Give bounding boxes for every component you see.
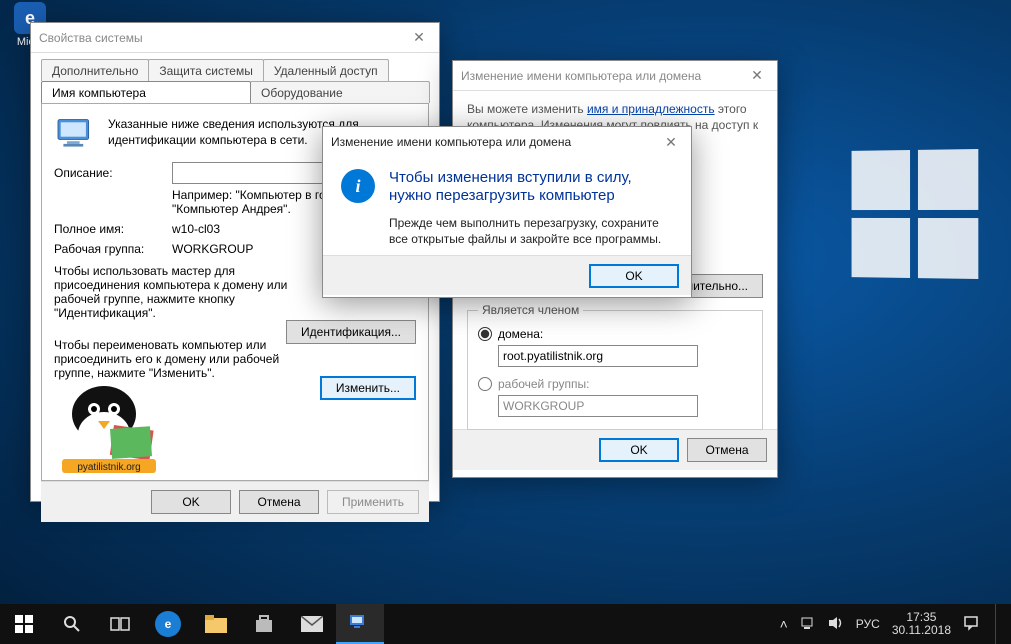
show-desktop-button[interactable] — [995, 604, 1001, 644]
apply-button: Применить — [327, 490, 419, 514]
site-logo: pyatilistnik.org — [54, 379, 164, 474]
tab-remote[interactable]: Удаленный доступ — [263, 59, 389, 81]
workgroup-input — [498, 395, 698, 417]
label-fullname: Полное имя: — [54, 222, 164, 236]
label-workgroup: рабочей группы: — [498, 377, 589, 391]
volume-icon[interactable] — [828, 616, 844, 633]
dialog-restart-required: Изменение имени компьютера или домена ✕ … — [322, 126, 692, 298]
taskbar-app-mail[interactable] — [288, 604, 336, 644]
taskbar-app-edge[interactable]: e — [144, 604, 192, 644]
label-domain: домена: — [498, 327, 543, 341]
titlebar[interactable]: Изменение имени компьютера или домена ✕ — [453, 61, 777, 91]
action-center-icon[interactable] — [963, 615, 979, 634]
cancel-button[interactable]: Отмена — [239, 490, 319, 514]
taskbar: e ˄ РУС 17:35 30.11.2018 — [0, 604, 1011, 644]
tab-hardware[interactable]: Оборудование — [250, 81, 430, 103]
network-icon[interactable] — [800, 616, 816, 633]
tabs: Дополнительно Защита системы Удаленный д… — [41, 59, 429, 103]
task-view-icon[interactable] — [96, 604, 144, 644]
wizard-text: Чтобы использовать мастер для присоедине… — [54, 264, 294, 320]
clock[interactable]: 17:35 30.11.2018 — [892, 611, 951, 637]
group-legend: Является членом — [478, 303, 583, 317]
titlebar[interactable]: Изменение имени компьютера или домена ✕ — [323, 127, 691, 157]
taskbar-app-system-properties[interactable] — [336, 604, 384, 644]
close-icon[interactable]: ✕ — [651, 127, 691, 157]
system-tray: ˄ РУС 17:35 30.11.2018 — [770, 604, 1011, 644]
domain-input[interactable] — [498, 345, 698, 367]
titlebar[interactable]: Свойства системы ✕ — [31, 23, 439, 53]
chevron-up-icon[interactable]: ˄ — [780, 616, 788, 632]
start-button[interactable] — [0, 604, 48, 644]
clock-date: 30.11.2018 — [892, 624, 951, 637]
ok-button[interactable]: OK — [151, 490, 231, 514]
computer-icon — [54, 116, 98, 152]
window-title: Свойства системы — [39, 31, 143, 45]
search-icon[interactable] — [48, 604, 96, 644]
tab-protection[interactable]: Защита системы — [148, 59, 263, 81]
label-workgroup: Рабочая группа: — [54, 242, 164, 256]
value-fullname: w10-cl03 — [172, 222, 220, 236]
taskbar-app-store[interactable] — [240, 604, 288, 644]
value-workgroup: WORKGROUP — [172, 242, 253, 256]
change-button[interactable]: Изменить... — [320, 376, 416, 400]
membership-group: Является членом домена: рабочей группы: — [467, 310, 763, 430]
message-sub: Прежде чем выполнить перезагрузку, сохра… — [389, 215, 673, 247]
tab-computer-name[interactable]: Имя компьютера — [41, 81, 251, 103]
window-title: Изменение имени компьютера или домена — [461, 69, 701, 83]
identify-button[interactable]: Идентификация... — [286, 320, 416, 344]
window-title: Изменение имени компьютера или домена — [331, 135, 571, 149]
radio-domain[interactable] — [478, 327, 492, 341]
radio-workgroup[interactable] — [478, 377, 492, 391]
taskbar-app-explorer[interactable] — [192, 604, 240, 644]
language-indicator[interactable]: РУС — [856, 617, 880, 631]
cancel-button[interactable]: Отмена — [687, 438, 767, 462]
ok-button[interactable]: OK — [599, 438, 679, 462]
close-icon[interactable]: ✕ — [737, 61, 777, 90]
link-name-membership[interactable]: имя и принадлежность — [587, 102, 715, 116]
rename-text: Чтобы переименовать компьютер или присое… — [54, 338, 294, 380]
desktop-windows-logo — [852, 149, 979, 279]
svg-text:pyatilistnik.org: pyatilistnik.org — [77, 462, 140, 473]
label-description: Описание: — [54, 166, 164, 180]
ok-button[interactable]: OK — [589, 264, 679, 288]
close-icon[interactable]: ✕ — [399, 23, 439, 52]
info-icon: i — [341, 169, 375, 203]
message-main: Чтобы изменения вступили в силу, нужно п… — [389, 169, 673, 205]
tab-advanced[interactable]: Дополнительно — [41, 59, 149, 81]
